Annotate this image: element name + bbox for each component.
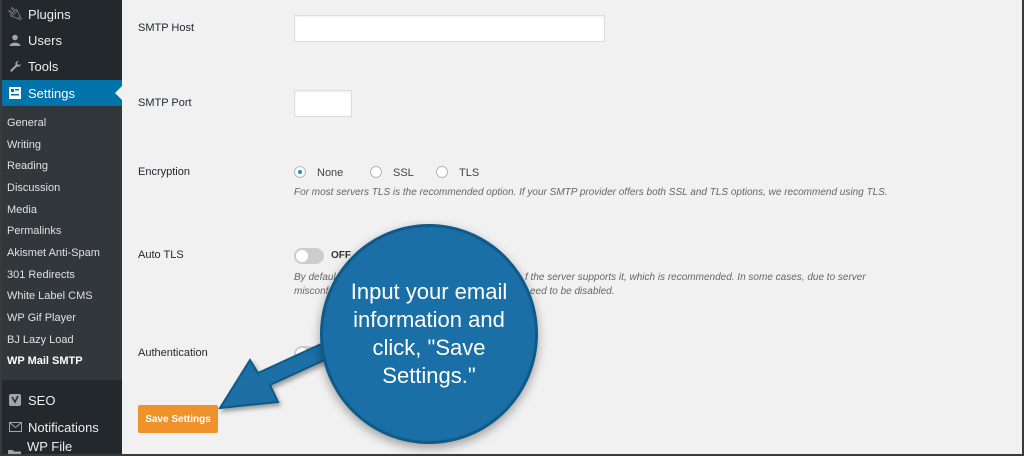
smtp-port-label: SMTP Port [138,97,192,109]
smtp-host-label: SMTP Host [138,22,195,34]
submenu-item-general[interactable]: General [7,117,46,129]
submenu-item-media[interactable]: Media [7,204,37,216]
save-settings-button[interactable]: Save Settings [138,405,218,433]
submenu-item-wp-gif-player[interactable]: WP Gif Player [7,312,76,324]
sidebar-item-notifications[interactable]: Notifications [2,414,122,440]
auto-tls-toggle[interactable] [294,248,324,264]
authentication-toggle[interactable] [294,346,324,362]
sidebar-item-label: Tools [28,58,59,74]
user-icon [5,34,25,46]
submenu-item-reading[interactable]: Reading [7,160,48,172]
authentication-label: Authentication [138,347,208,359]
wrench-icon [5,60,25,73]
callout-text: Input your email information and click, … [350,279,508,388]
submenu-item-bj-lazy-load[interactable]: BJ Lazy Load [7,334,74,346]
admin-sidebar: 🔌︎ Plugins Users Tools Settings General … [2,0,122,454]
sidebar-item-users[interactable]: Users [2,27,122,53]
encryption-option-ssl-label: SSL [393,167,414,179]
sidebar-item-label: SEO [28,392,56,408]
submenu-item-discussion[interactable]: Discussion [7,182,60,194]
plugin-icon: 🔌︎ [6,6,24,21]
encryption-description: For most servers TLS is the recommended … [294,187,888,198]
sidebar-item-label: Settings [28,85,75,101]
encryption-label: Encryption [138,166,190,178]
sidebar-item-label: WP File Manager [26,439,73,454]
instruction-callout: Input your email information and click, … [320,224,538,444]
submenu-item-wp-mail-smtp[interactable]: WP Mail SMTP [7,355,83,367]
submenu-item-permalinks[interactable]: Permalinks [7,225,61,237]
encryption-option-none-label: None [317,167,344,179]
sidebar-item-plugins[interactable]: 🔌︎ Plugins [2,1,122,27]
sidebar-item-label: Plugins [28,6,71,22]
encryption-option-tls-label: TLS [459,167,480,179]
encryption-radio-none[interactable] [294,166,306,178]
submenu-item-white-label-cms[interactable]: White Label CMS [7,290,93,302]
sidebar-item-label: Notifications [28,419,99,435]
folder-icon [5,449,24,454]
smtp-port-input[interactable] [294,90,352,117]
auto-tls-desc-line1-end: f the server supports it, which is recom… [525,272,866,283]
encryption-radio-tls[interactable] [436,166,448,178]
sidebar-item-tools[interactable]: Tools [2,53,122,79]
submenu-item-301-redirects[interactable]: 301 Redirects [7,269,75,281]
settings-submenu: General Writing Reading Discussion Media… [2,106,122,380]
settings-icon [5,87,25,99]
smtp-host-input[interactable] [294,15,605,42]
sidebar-item-settings[interactable]: Settings [2,80,122,106]
seo-icon [5,394,25,406]
sidebar-item-wp-file-manager[interactable]: WP File Manager [2,439,122,454]
sidebar-item-label: Users [28,32,62,48]
encryption-radio-ssl[interactable] [370,166,382,178]
submenu-item-writing[interactable]: Writing [7,139,41,151]
screenshot-frame: 🔌︎ Plugins Users Tools Settings General … [0,0,1024,456]
auto-tls-desc-line2-start: misconf [294,286,329,297]
submenu-item-akismet[interactable]: Akismet Anti-Spam [7,247,100,259]
mail-icon [5,422,25,432]
auto-tls-desc-line1-start: By defaul [294,272,336,283]
active-menu-pointer [115,86,122,100]
smtp-settings-form: SMTP Host SMTP Port Encryption None SSL … [122,0,1022,454]
auto-tls-label: Auto TLS [138,249,184,261]
auto-tls-desc-line2-end: eed to be disabled. [530,286,615,297]
sidebar-item-seo[interactable]: SEO [2,387,122,413]
